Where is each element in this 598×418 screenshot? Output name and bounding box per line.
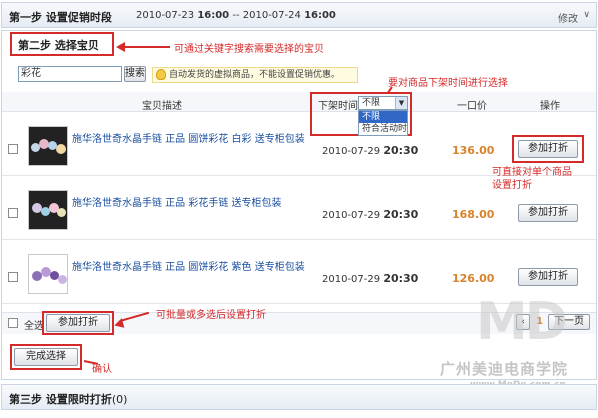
product-price: 126.00 (452, 272, 495, 285)
join-discount-button[interactable]: 参加打折 (518, 268, 578, 286)
search-button[interactable]: 搜索 (124, 66, 146, 82)
arrow-search-line (124, 46, 170, 48)
delist-time: 2010-07-29 20:30 (322, 272, 418, 285)
delist-clock: 20:30 (383, 144, 419, 157)
annot-single: 可直接对单个商品设置打折 (492, 167, 572, 191)
tip-banner: 自动发货的虚拟商品，不能设置促销优惠。 (152, 67, 358, 83)
product-price: 168.00 (452, 208, 495, 221)
step3-bar: 第三步 设置限时打折(0) (1, 384, 597, 410)
product-title-link[interactable]: 施华洛世奇水晶手链 正品 彩花手链 送专柜包装 (72, 194, 282, 209)
annot-confirm: 确认 (92, 364, 112, 375)
step1-title: 第一步 设置促销时段 (9, 11, 112, 24)
delist-date: 2010-07-29 (322, 210, 381, 221)
bead (56, 144, 66, 154)
delist-clock: 20:30 (383, 208, 419, 221)
join-discount-button[interactable]: 参加打折 (518, 140, 578, 158)
end-date: 2010-07-24 (242, 10, 301, 21)
product-thumbnail[interactable] (28, 254, 68, 294)
product-title-link[interactable]: 施华洛世奇水晶手链 正品 圆饼彩花 紫色 送专柜包装 (72, 258, 305, 273)
product-price: 136.00 (452, 144, 495, 157)
tip-text: 自动发货的虚拟商品，不能设置促销优惠。 (169, 70, 341, 80)
step1-bar: 第一步 设置促销时段 2010-07-23 16:00 -- 2010-07-2… (1, 2, 597, 28)
step3-title-text: 第三步 设置限时打折 (9, 393, 112, 406)
watermark-logo: MD (476, 292, 568, 352)
step2-title: 第二步 选择宝贝 (18, 39, 99, 52)
promo-period: 2010-07-23 16:00 -- 2010-07-24 16:00 (136, 10, 336, 21)
start-date: 2010-07-23 (136, 10, 195, 21)
start-time: 16:00 (197, 10, 230, 21)
watermark-name: 广州美迪电商学院 (440, 360, 569, 378)
col-price: 一口价 (457, 101, 487, 112)
time-filter-select[interactable]: 不限 ▼ (358, 96, 408, 110)
join-discount-button[interactable]: 参加打折 (518, 204, 578, 222)
delist-time: 2010-07-29 20:30 (322, 144, 418, 157)
row-checkbox[interactable] (8, 208, 18, 218)
step3-title: 第三步 设置限时打折(0) (9, 391, 127, 407)
annot-batch: 可批量或多选后设置打折 (156, 310, 266, 321)
product-thumbnail[interactable] (28, 190, 68, 230)
batch-discount-button[interactable]: 参加打折 (46, 314, 110, 332)
dropdown-arrow-icon[interactable]: ▼ (395, 97, 407, 109)
step3-count: (0) (111, 393, 128, 406)
annot-time: 要对商品下架时间进行选择 (388, 78, 508, 89)
bead (58, 275, 67, 284)
end-time: 16:00 (304, 10, 336, 21)
lightbulb-icon (156, 69, 166, 80)
delist-date: 2010-07-29 (322, 274, 381, 285)
product-title-link[interactable]: 施华洛世奇水晶手链 正品 圆饼彩花 白彩 送专柜包装 (72, 130, 305, 145)
bead (57, 208, 66, 217)
time-filter-value: 不限 (362, 98, 381, 108)
row-checkbox[interactable] (8, 144, 18, 154)
col-desc: 宝贝描述 (142, 101, 182, 112)
delist-date: 2010-07-29 (322, 146, 381, 157)
date-separator: -- (232, 10, 240, 21)
table-header: 宝贝描述 下架时间 一口价 操作 (2, 92, 596, 112)
finish-select-button[interactable]: 完成选择 (14, 348, 78, 366)
annot-search: 可通过关键字搜索需要选择的宝贝 (174, 44, 324, 55)
delist-clock: 20:30 (383, 272, 419, 285)
arrow-search-head (116, 42, 125, 52)
product-thumbnail[interactable] (28, 126, 68, 166)
delist-time: 2010-07-29 20:30 (322, 208, 418, 221)
edit-link[interactable]: 修改 (558, 10, 578, 25)
select-all-label: 全选 (24, 321, 44, 332)
chevron-down-icon[interactable]: ∨ (583, 10, 590, 20)
row-checkbox[interactable] (8, 272, 18, 282)
col-action: 操作 (540, 101, 560, 112)
select-all-checkbox[interactable] (8, 318, 18, 328)
search-input[interactable]: 彩花 (18, 66, 122, 82)
